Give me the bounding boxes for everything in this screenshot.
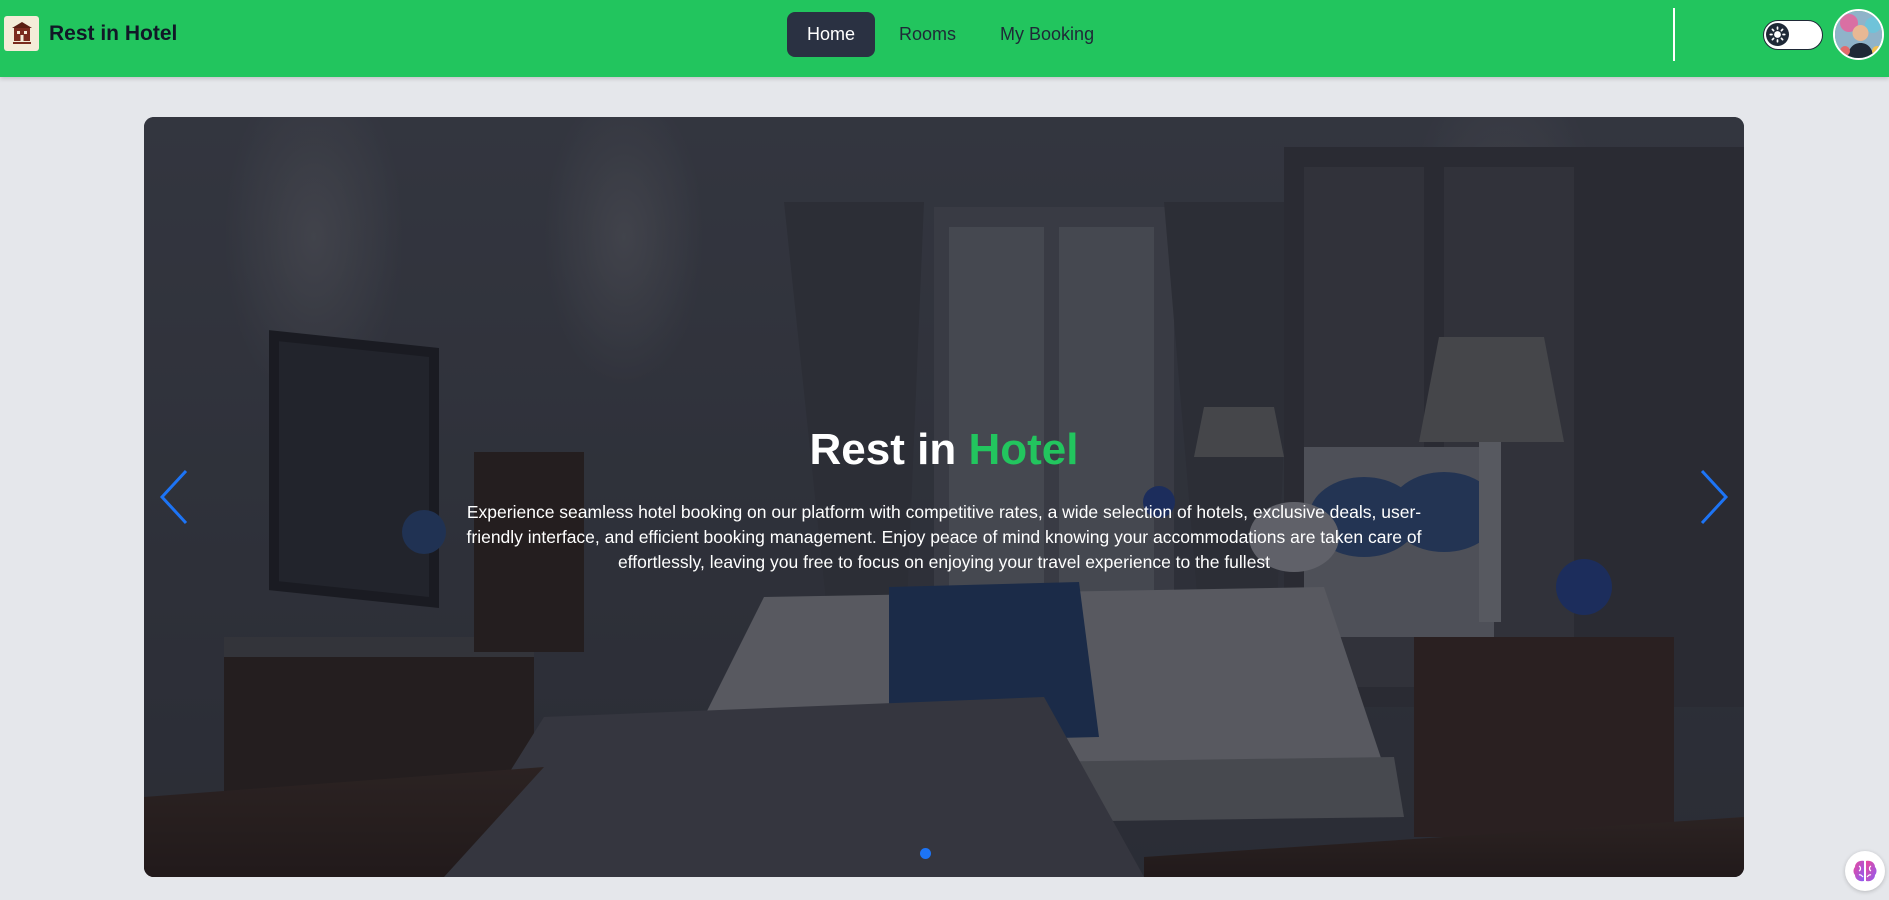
hero-description: Experience seamless hotel booking on our… bbox=[466, 502, 1422, 572]
carousel-dot[interactable] bbox=[920, 848, 931, 859]
carousel-indicators bbox=[920, 848, 931, 859]
chevron-right-icon[interactable] bbox=[1692, 467, 1732, 527]
brand[interactable]: Rest in Hotel bbox=[4, 16, 177, 51]
chevron-left-icon[interactable] bbox=[156, 467, 196, 527]
hero-title: Rest in Hotel bbox=[144, 422, 1744, 478]
brain-icon[interactable] bbox=[1845, 851, 1885, 891]
hero-title-main: Rest in bbox=[809, 425, 969, 474]
brand-name: Rest in Hotel bbox=[49, 21, 178, 45]
sun-icon bbox=[1766, 23, 1789, 46]
hero-carousel: Rest in Hotel Experience seamless hotel … bbox=[144, 117, 1744, 877]
user-avatar[interactable] bbox=[1833, 9, 1884, 60]
navbar-divider bbox=[1673, 8, 1675, 61]
top-navbar: Rest in Hotel Home Rooms My Booking bbox=[0, 0, 1889, 77]
nav-item-my-booking[interactable]: My Booking bbox=[980, 12, 1114, 57]
hero-content: Rest in Hotel Experience seamless hotel … bbox=[144, 422, 1744, 575]
nav-item-home[interactable]: Home bbox=[787, 12, 876, 57]
hero-title-accent: Hotel bbox=[968, 425, 1079, 474]
main-nav: Home Rooms My Booking bbox=[787, 12, 1114, 57]
nav-item-rooms[interactable]: Rooms bbox=[879, 12, 976, 57]
theme-toggle[interactable] bbox=[1763, 20, 1823, 50]
hotel-logo-icon bbox=[4, 16, 39, 51]
